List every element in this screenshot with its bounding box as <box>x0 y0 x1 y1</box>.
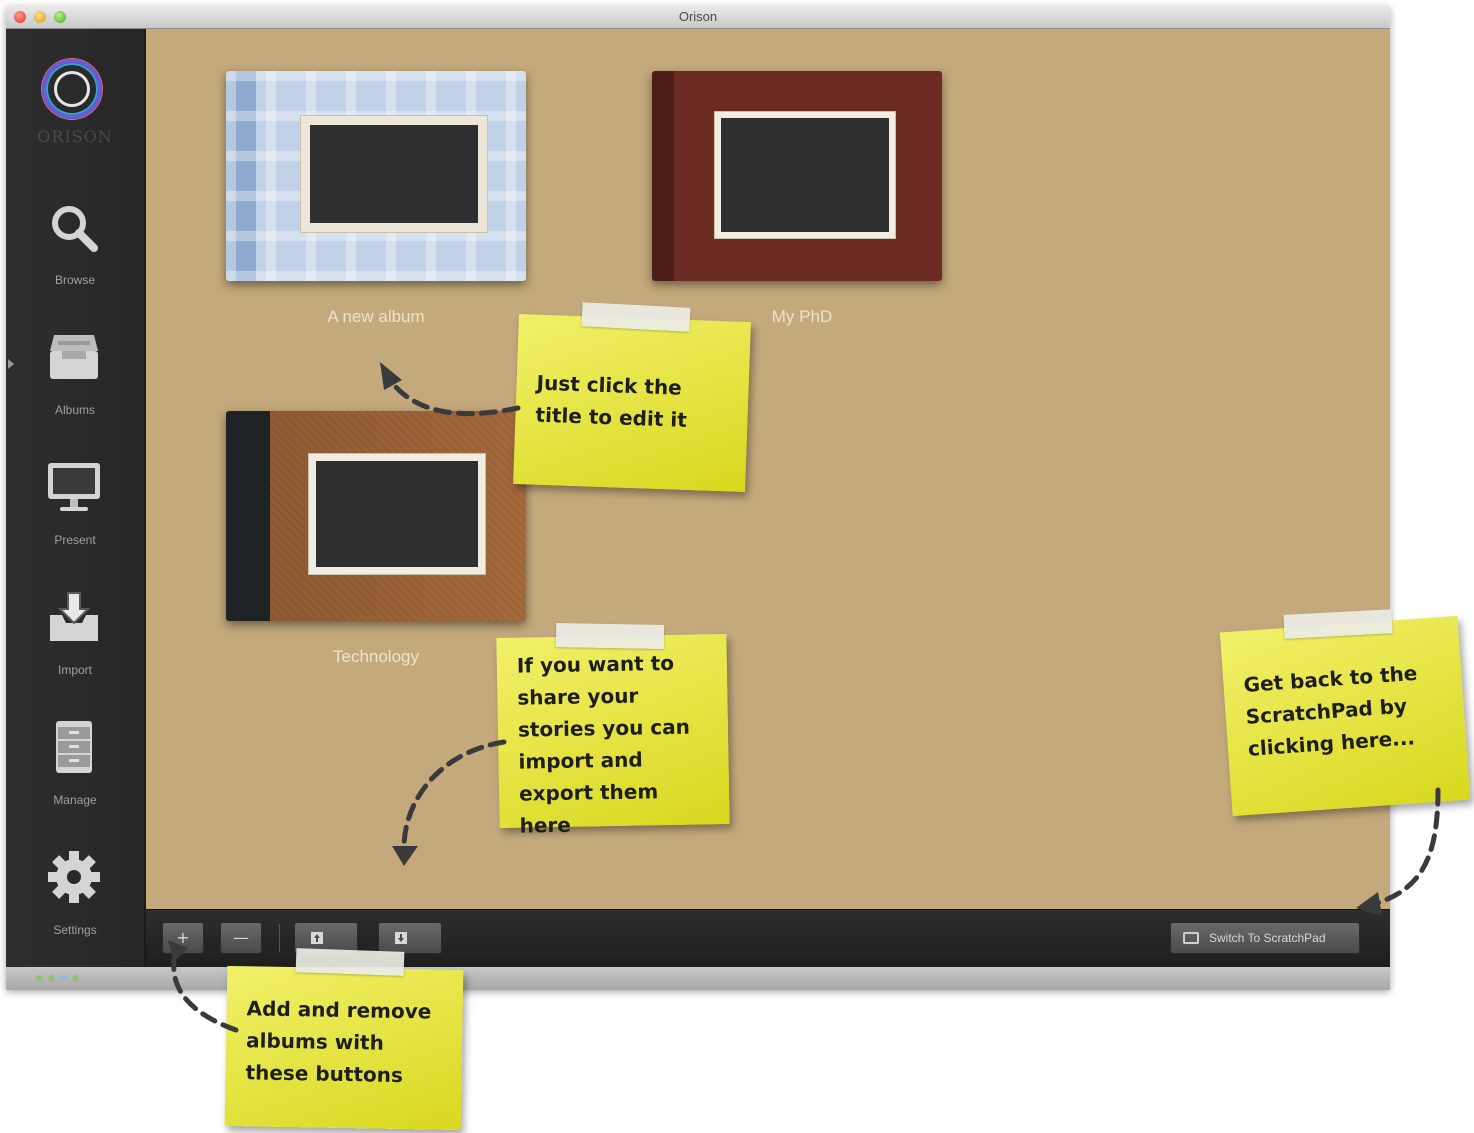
arrowhead-icon <box>380 362 402 390</box>
arrow-to-import-export <box>401 739 507 851</box>
arrow-to-switch <box>1371 787 1441 907</box>
arrowhead-icon <box>392 846 418 866</box>
arrowhead-icon <box>1356 892 1382 916</box>
arrow-to-title <box>387 377 521 417</box>
annotation-arrows <box>168 362 1441 1033</box>
arrowhead-icon <box>168 940 188 962</box>
arrow-to-add-remove <box>171 947 239 1033</box>
